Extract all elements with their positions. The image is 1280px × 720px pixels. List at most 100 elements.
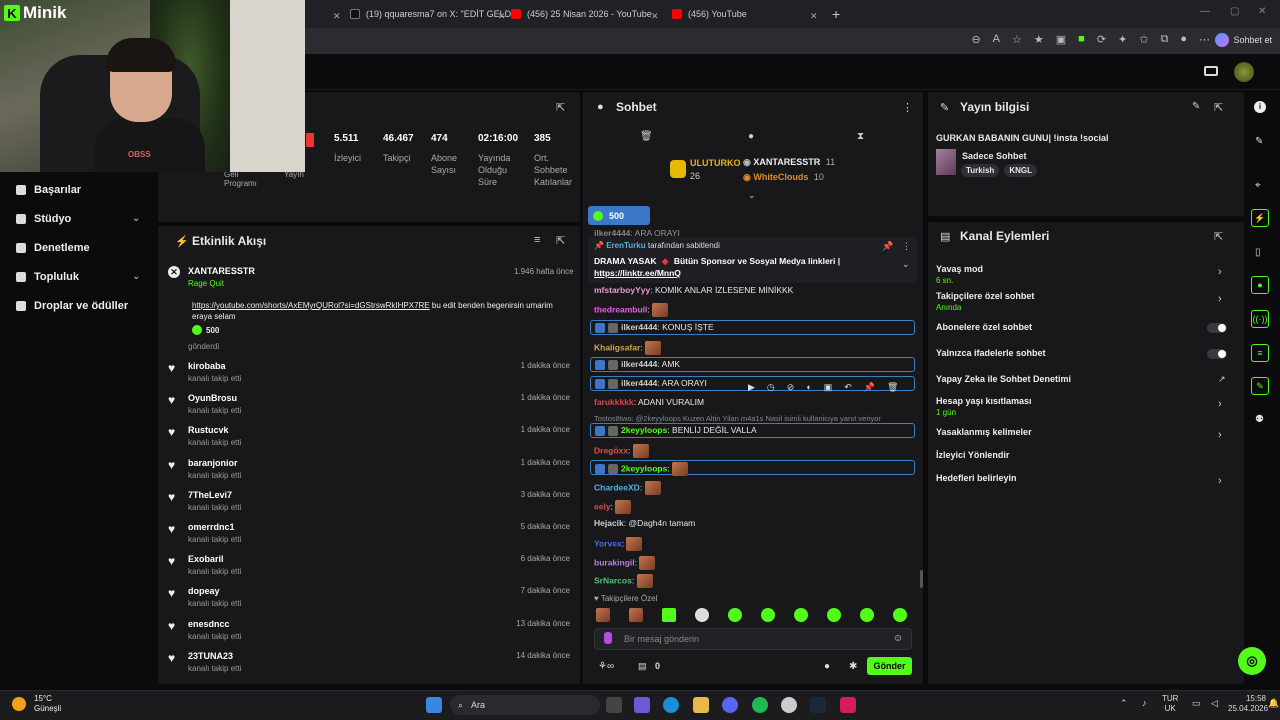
popout-icon[interactable]: ⇱ xyxy=(556,234,565,247)
close-window-icon[interactable]: ✕ xyxy=(1258,6,1266,17)
emote-kick[interactable] xyxy=(794,608,808,622)
chat-message[interactable]: farukkkkk: ADANI VURALIM xyxy=(594,397,704,407)
tv-icon[interactable] xyxy=(1204,66,1218,76)
chat-username[interactable]: SrNarcos xyxy=(594,575,632,585)
taskbar-search[interactable]: ⌕ Ara xyxy=(450,695,600,715)
send-button[interactable]: Gönder xyxy=(867,657,912,675)
follower-name[interactable]: 23TUNA23 xyxy=(188,651,241,661)
tag[interactable]: KNGL xyxy=(1004,164,1037,177)
refresh-icon[interactable]: ⟳ xyxy=(1097,33,1106,46)
chat-scrollbar[interactable] xyxy=(920,570,923,588)
chat-message[interactable]: ilker4444: ARA ORAYI xyxy=(594,228,680,238)
wrench-icon[interactable]: ✎ xyxy=(1251,377,1269,395)
chevron-right-icon[interactable]: › xyxy=(1218,429,1222,441)
chat-message[interactable]: thedreambull: xyxy=(594,303,669,317)
emote-kick[interactable] xyxy=(761,608,775,622)
users-icon[interactable]: ⚉ xyxy=(1255,414,1264,425)
puzzle-icon[interactable]: ✦ xyxy=(1118,33,1127,46)
avatar[interactable] xyxy=(1234,62,1254,82)
stack-icon[interactable]: ≡ xyxy=(1251,344,1269,362)
delete-icon[interactable]: 🗑 xyxy=(887,382,898,393)
chat-username[interactable]: farukkkkk xyxy=(594,397,634,407)
bookmark-icon[interactable]: ★ xyxy=(1034,33,1044,46)
follower-name[interactable]: kirobaba xyxy=(188,361,241,371)
gift-link[interactable]: https://youtube.com/shorts/AxEMyrQURol?s… xyxy=(192,301,430,310)
profile-icon[interactable]: ● xyxy=(1180,33,1187,46)
channel-action[interactable]: Takipçilere özel sohbet Anında xyxy=(936,291,1034,312)
spotify-icon[interactable] xyxy=(752,697,768,713)
windows-start-icon[interactable] xyxy=(426,697,442,713)
chat-message[interactable]: Hejacik: @Dagh4n tamam xyxy=(594,518,695,528)
sidebar-item-achievements[interactable]: Başarılar xyxy=(16,184,81,196)
chevron-right-icon[interactable]: › xyxy=(1218,266,1222,278)
chat-username[interactable]: ilker4444 xyxy=(621,359,657,369)
hourglass-icon[interactable]: ⧗ xyxy=(857,131,864,142)
chat-username[interactable]: ChardeeXD xyxy=(594,482,640,492)
copilot-icon[interactable] xyxy=(634,697,650,713)
chevron-right-icon[interactable]: › xyxy=(1218,398,1222,410)
channel-action[interactable]: İzleyici Yönlendir xyxy=(936,450,1009,460)
chat-message[interactable]: mfstarboyYyy: KOMİK ANLAR İZLESENE MİNİK… xyxy=(594,285,793,295)
kick-ext-icon[interactable]: ■ xyxy=(1078,33,1085,46)
edge-icon[interactable] xyxy=(663,697,679,713)
emote-icon[interactable]: ◐ xyxy=(806,382,811,393)
discord-icon[interactable] xyxy=(722,697,738,713)
emote-red[interactable] xyxy=(629,608,643,622)
document-icon[interactable]: ▯ xyxy=(1255,247,1261,258)
browser-tab-youtube-2[interactable]: (456) YouTube xyxy=(672,4,747,24)
channel-action[interactable]: Yapay Zeka ile Sohbet Denetimi xyxy=(936,374,1071,384)
chat-message[interactable]: SrNarcos: xyxy=(594,574,653,588)
chat-username[interactable]: 2keyyloops xyxy=(621,425,667,435)
follower-name[interactable]: omerrdnc1 xyxy=(188,522,241,532)
emote-green[interactable] xyxy=(662,608,676,622)
chat-message[interactable]: ChardeeXD: xyxy=(594,481,661,495)
follower-name[interactable]: Rustucvk xyxy=(188,425,241,435)
chevron-right-icon[interactable]: › xyxy=(1218,293,1222,305)
close-icon[interactable]: ✕ xyxy=(651,6,659,26)
collections-icon[interactable]: ⧉ xyxy=(1160,33,1168,46)
filter-icon[interactable]: ≡ xyxy=(534,234,540,246)
minimize-icon[interactable]: — xyxy=(1200,6,1210,17)
stream-category[interactable]: Sadece Sohbet xyxy=(962,151,1027,161)
language-indicator[interactable]: TUR UK xyxy=(1162,694,1178,714)
follower-name[interactable]: OyunBrosu xyxy=(188,393,241,403)
more-vert-icon[interactable]: ⋮ xyxy=(902,101,913,114)
emote-kick[interactable] xyxy=(827,608,841,622)
more-vert-icon[interactable]: ⋮ xyxy=(902,241,911,252)
more-icon[interactable]: ⋯ xyxy=(1199,33,1210,46)
copilot-button[interactable]: Sohbet et xyxy=(1215,33,1272,47)
task-view-icon[interactable] xyxy=(606,697,622,713)
channel-action[interactable]: Yasaklanmış kelimeler xyxy=(936,427,1032,437)
emote-hand[interactable] xyxy=(596,608,610,622)
support-button[interactable]: ◎ xyxy=(1238,647,1266,675)
chat-username[interactable]: thedreambull xyxy=(594,304,647,314)
chat-username[interactable]: Hejacik xyxy=(594,518,624,528)
chat-username[interactable]: burakingil xyxy=(594,557,635,567)
chat-username[interactable]: Dregöxx xyxy=(594,445,628,455)
follower-name[interactable]: dopeay xyxy=(188,586,241,596)
popout-icon[interactable]: ⇱ xyxy=(556,101,565,114)
app-icon[interactable] xyxy=(840,697,856,713)
pin-icon[interactable]: 📌 xyxy=(864,382,875,393)
chevron-right-icon[interactable]: › xyxy=(1218,475,1222,487)
chat-message[interactable]: burakingil: xyxy=(594,556,656,570)
star-icon[interactable]: ☆ xyxy=(1012,33,1022,46)
emote-kick[interactable] xyxy=(728,608,742,622)
chat-message[interactable]: ilker4444: AMK xyxy=(595,359,680,370)
extension-icon[interactable]: ▣ xyxy=(1056,33,1066,46)
timeout-icon[interactable]: ◷ xyxy=(767,382,775,393)
chat-message[interactable]: 2keyyloops: xyxy=(595,462,689,476)
favorites-icon[interactable]: ✩ xyxy=(1139,33,1148,46)
bell-icon[interactable]: 🔔 xyxy=(1268,698,1279,709)
chevron-down-icon[interactable]: ⌄ xyxy=(902,259,910,270)
ban-icon[interactable]: ⊘ xyxy=(787,382,795,393)
follower-name[interactable]: enesdncc xyxy=(188,619,241,629)
chat-username[interactable]: 2keyyloops xyxy=(621,463,667,473)
mic-icon[interactable] xyxy=(604,632,612,644)
channel-action[interactable]: Abonelere özel sohbet xyxy=(936,322,1032,332)
trash-icon[interactable]: 🗑 xyxy=(640,131,653,142)
volume-icon[interactable]: ◁ xyxy=(1211,698,1218,709)
follower-name[interactable]: 7TheLevi7 xyxy=(188,490,241,500)
maximize-icon[interactable]: ▢ xyxy=(1230,6,1239,17)
new-tab-button[interactable]: + xyxy=(832,4,840,24)
